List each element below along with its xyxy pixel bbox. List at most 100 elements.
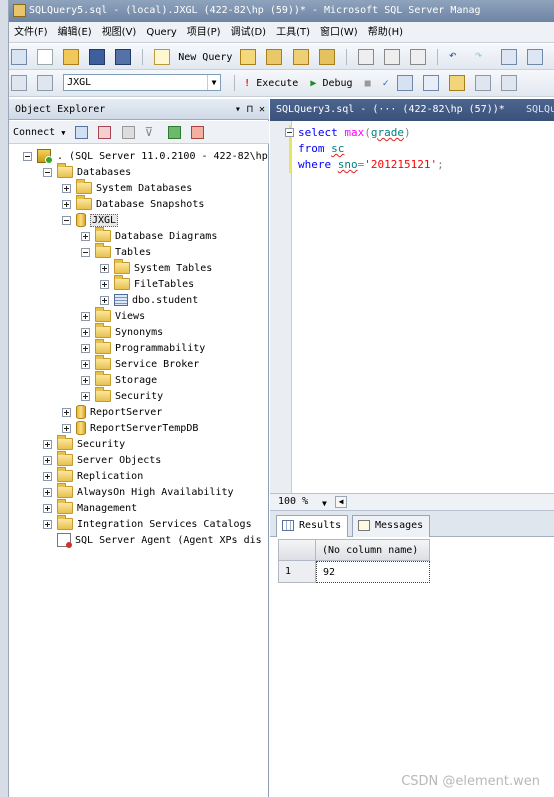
expand-icon[interactable] [100,263,109,273]
new-query-icon[interactable] [154,49,171,65]
expand-icon[interactable] [81,327,90,337]
cut-icon[interactable] [357,49,374,65]
menu-window[interactable]: 窗口(W) [315,22,363,42]
collapse-icon[interactable] [23,151,32,161]
tab-results[interactable]: Results [276,515,349,538]
collapse-icon[interactable] [62,215,71,225]
menu-view[interactable]: 视图(V) [97,22,142,42]
tab-sqlquery-other[interactable]: SQLQu [520,99,554,121]
sql-code[interactable]: select max(grade) from sc where sno='201… [285,125,444,173]
xmla-query-icon[interactable] [318,49,335,65]
analysis-query-icon[interactable] [266,49,283,65]
navigate-icon[interactable] [500,49,517,65]
new-query-button[interactable]: New Query [178,52,232,63]
row-number[interactable]: 1 [278,561,316,583]
expand-icon[interactable] [100,295,109,305]
stop-icon[interactable] [121,125,135,139]
expand-icon[interactable] [81,343,90,353]
tree-node-alwayson[interactable]: AlwaysOn High Availability [43,483,234,501]
connect-server-icon[interactable] [75,125,89,139]
disconnect-icon[interactable] [98,125,112,139]
chevron-down-icon[interactable]: ▼ [61,129,65,137]
query-designer-icon[interactable] [422,75,439,91]
tree-node-reportserver[interactable]: ReportServer [62,405,162,421]
cancel-query-icon[interactable]: ■ [365,78,371,89]
tree-node-jxgl[interactable]: JXGL [62,213,119,229]
mdx-query-icon[interactable] [292,49,309,65]
expand-icon[interactable] [81,231,90,241]
undo-icon[interactable]: ↶ [449,49,465,65]
menu-query[interactable]: Query [141,22,181,42]
expand-icon[interactable] [62,183,71,193]
expand-icon[interactable] [43,439,52,449]
redo-icon[interactable]: ↷ [475,49,491,65]
results-to-grid-icon[interactable] [448,75,465,91]
tree-node-database-snapshots[interactable]: Database Snapshots [62,195,204,213]
chevron-down-icon[interactable]: ▼ [207,75,220,90]
expand-icon[interactable] [43,455,52,465]
tree-node-filetables[interactable]: FileTables [100,275,194,293]
connect-icon[interactable] [11,75,27,91]
panel-window-buttons[interactable]: ▾ ⊓ ✕ [235,99,265,120]
tree-node-reportservertempdb[interactable]: ReportServerTempDB [62,421,198,437]
collapse-icon[interactable] [43,167,52,177]
execute-button[interactable]: Execute [256,78,298,89]
tree-node-databases[interactable]: Databases [43,163,131,181]
expand-icon[interactable] [43,471,52,481]
new-project-icon[interactable] [11,49,27,65]
connect-dropdown[interactable]: Connect [13,127,55,138]
uncomment-icon[interactable] [500,75,517,91]
activity-monitor-icon[interactable] [190,125,204,139]
paste-icon[interactable] [409,49,426,65]
tab-sqlquery3[interactable]: SQLQuery3.sql - (··· (422-82\hp (57))* [270,104,505,115]
tree-node-synonyms[interactable]: Synonyms [81,323,163,341]
tree-node-storage[interactable]: Storage [81,371,157,389]
tree-node-db-security[interactable]: Security [81,387,163,405]
column-header[interactable]: (No column name) [316,539,430,561]
parse-icon[interactable]: ✓ [383,78,389,89]
properties-icon[interactable] [526,49,543,65]
expand-icon[interactable] [43,503,52,513]
save-icon[interactable] [89,49,106,65]
expand-icon[interactable] [62,423,71,433]
open-file-icon[interactable] [63,49,80,65]
zoom-level[interactable]: 100 % [278,494,308,510]
menu-edit[interactable]: 编辑(E) [53,22,97,42]
expand-icon[interactable] [100,279,109,289]
estimated-plan-icon[interactable] [396,75,413,91]
menu-file[interactable]: 文件(F) [9,22,53,42]
expand-icon[interactable] [43,519,52,529]
debug-button[interactable]: Debug [322,78,352,89]
expand-icon[interactable] [81,375,90,385]
menu-help[interactable]: 帮助(H) [363,22,408,42]
add-item-icon[interactable] [37,49,54,65]
tree-node-dbo-student[interactable]: dbo.student [100,293,198,309]
expand-icon[interactable] [81,359,90,369]
debug-icon[interactable]: ▶ [310,78,316,89]
chevron-down-icon[interactable]: ▼ [322,496,327,512]
collapse-icon[interactable] [81,247,90,257]
execute-icon[interactable]: ! [244,78,250,89]
comment-icon[interactable] [474,75,491,91]
copy-icon[interactable] [383,49,400,65]
outline-collapse-icon[interactable] [285,128,294,137]
menu-debug[interactable]: 调试(D) [226,22,272,42]
scroll-left-icon[interactable]: ◀ [335,496,347,508]
save-all-icon[interactable] [115,49,132,65]
menu-project[interactable]: 项目(P) [182,22,226,42]
tree-node-views[interactable]: Views [81,307,145,325]
filter-icon[interactable]: ⊽ [145,126,158,139]
tree-node-sql-agent[interactable]: SQL Server Agent (Agent XPs dis [43,533,262,549]
refresh-icon[interactable] [167,125,181,139]
expand-icon[interactable] [43,487,52,497]
menu-tools[interactable]: 工具(T) [271,22,315,42]
cell-value[interactable]: 92 [316,561,430,583]
database-select[interactable]: JXGL ▼ [63,74,222,91]
tree-node-security[interactable]: Security [43,435,125,453]
db-engine-query-icon[interactable] [240,49,257,65]
tab-messages[interactable]: Messages [352,515,431,537]
expand-icon[interactable] [62,199,71,209]
query-editor[interactable]: select max(grade) from sc where sno='201… [270,121,554,493]
expand-icon[interactable] [81,311,90,321]
change-connection-icon[interactable] [37,75,54,91]
